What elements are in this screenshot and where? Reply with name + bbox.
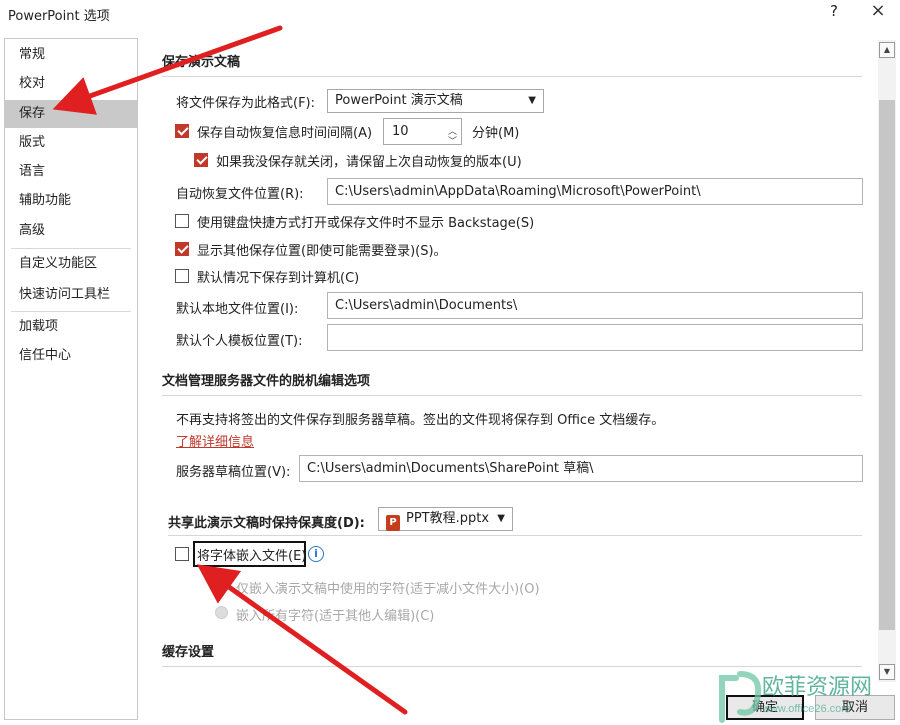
embed-all-chars-label: 嵌入所有字符(适于其他人编辑)(C) (236, 609, 435, 624)
save-format-label: 将文件保存为此格式(F): (176, 96, 316, 111)
backstage-label: 使用键盘快捷方式打开或保存文件时不显示 Backstage(S) (197, 216, 535, 231)
show-other-locations-checkbox[interactable] (175, 242, 189, 256)
sidebar-item-advanced[interactable]: 高级 (5, 217, 137, 245)
sidebar-item-accessibility[interactable]: 辅助功能 (5, 187, 137, 215)
autorecover-minutes-spinner[interactable]: 10 ︿ ﹀ (383, 118, 462, 147)
embed-used-chars-label: 仅嵌入演示文稿中使用的字符(适于减小文件大小)(O) (236, 582, 540, 597)
personal-templates-location-input[interactable] (327, 324, 863, 351)
scroll-up-icon[interactable]: ▲ (879, 42, 895, 58)
sidebar-divider (11, 248, 131, 249)
server-drafts-location-input[interactable]: C:\Users\admin\Documents\SharePoint 草稿\ (299, 455, 863, 482)
sidebar-item-customize-ribbon[interactable]: 自定义功能区 (5, 250, 137, 278)
keep-last-version-checkbox[interactable] (194, 153, 208, 167)
section-heading-save-presentations: 保存演示文稿 (162, 55, 241, 70)
sidebar-item-quick-access-toolbar[interactable]: 快速访问工具栏 (5, 281, 137, 309)
learn-more-link[interactable]: 了解详细信息 (176, 431, 254, 450)
sidebar-item-trust-center[interactable]: 信任中心 (5, 342, 137, 370)
show-other-locations-label: 显示其他保存位置(即使可能需要登录)(S)。 (197, 244, 447, 259)
title-bar: PowerPoint 选项 ? × (0, 0, 900, 28)
powerpoint-file-icon: P (386, 515, 400, 531)
sidebar-item-layout[interactable]: 版式 (5, 129, 137, 157)
save-format-value: PowerPoint 演示文稿 (335, 93, 463, 108)
embed-all-chars-radio[interactable] (215, 606, 228, 619)
sidebar-item-save[interactable]: 保存 (5, 100, 137, 128)
local-file-location-input[interactable]: C:\Users\admin\Documents\ (327, 292, 863, 319)
chevron-down-icon: ▼ (528, 95, 536, 106)
embed-used-chars-radio[interactable] (215, 579, 228, 592)
fidelity-file-name: PPT教程.pptx (406, 511, 490, 526)
save-format-dropdown[interactable]: PowerPoint 演示文稿 ▼ (327, 89, 544, 113)
section-heading-preserve-fidelity: 共享此演示文稿时保持保真度(D): (168, 516, 365, 531)
watermark-url: www.office26.com (761, 703, 850, 715)
embed-fonts-checkbox[interactable] (175, 547, 189, 561)
help-button[interactable]: ? (824, 2, 844, 24)
sidebar-item-proofing[interactable]: 校对 (5, 70, 137, 98)
offline-description: 不再支持将签出的文件保存到服务器草稿。签出的文件现将保存到 Office 文档缓… (176, 413, 665, 428)
section-heading-offline-editing: 文档管理服务器文件的脱机编辑选项 (162, 374, 371, 389)
watermark-logo-icon (719, 671, 762, 723)
section-divider (162, 76, 862, 77)
local-file-location-label: 默认本地文件位置(I): (176, 302, 299, 317)
autorecover-location-input[interactable]: C:\Users\admin\AppData\Roaming\Microsoft… (327, 178, 863, 205)
chevron-down-icon: ▼ (497, 513, 505, 524)
keep-last-version-label: 如果我没保存就关闭，请保留上次自动恢复的版本(U) (216, 155, 522, 170)
save-to-computer-label: 默认情况下保存到计算机(C) (197, 271, 360, 286)
embed-fonts-label[interactable]: 将字体嵌入文件(E) (197, 545, 306, 564)
autorecover-label: 保存自动恢复信息时间间隔(A) (197, 126, 373, 141)
site-watermark: 欧菲资源网 www.office26.com (719, 671, 872, 723)
sidebar-divider (11, 311, 131, 312)
autorecover-location-label: 自动恢复文件位置(R): (176, 187, 304, 202)
minutes-label: 分钟(M) (472, 126, 520, 141)
info-icon[interactable]: i (308, 546, 324, 562)
sidebar-item-general[interactable]: 常规 (5, 41, 137, 69)
watermark-title: 欧菲资源网 (762, 674, 872, 699)
vertical-scrollbar[interactable]: ▲ ▼ (878, 40, 896, 682)
autorecover-checkbox[interactable] (175, 124, 189, 138)
save-to-computer-checkbox[interactable] (175, 269, 189, 283)
close-button[interactable]: × (866, 0, 890, 24)
options-sidebar: 常规 校对 保存 版式 语言 辅助功能 高级 自定义功能区 快速访问工具栏 加载… (4, 38, 138, 720)
autorecover-minutes-value: 10 (392, 124, 409, 139)
sidebar-item-add-ins[interactable]: 加载项 (5, 313, 137, 341)
section-divider (162, 395, 862, 396)
personal-templates-location-label: 默认个人模板位置(T): (176, 334, 303, 349)
section-divider (168, 535, 862, 536)
save-settings-panel: 保存演示文稿 将文件保存为此格式(F): PowerPoint 演示文稿 ▼ 保… (146, 38, 874, 688)
backstage-checkbox[interactable] (175, 214, 189, 228)
fidelity-file-dropdown[interactable]: P PPT教程.pptx ▼ (378, 507, 513, 531)
window-title: PowerPoint 选项 (8, 9, 110, 24)
scrollbar-thumb[interactable] (879, 100, 895, 630)
section-heading-cache-settings: 缓存设置 (162, 645, 215, 660)
server-drafts-location-label: 服务器草稿位置(V): (176, 465, 291, 480)
sidebar-item-language[interactable]: 语言 (5, 158, 137, 186)
